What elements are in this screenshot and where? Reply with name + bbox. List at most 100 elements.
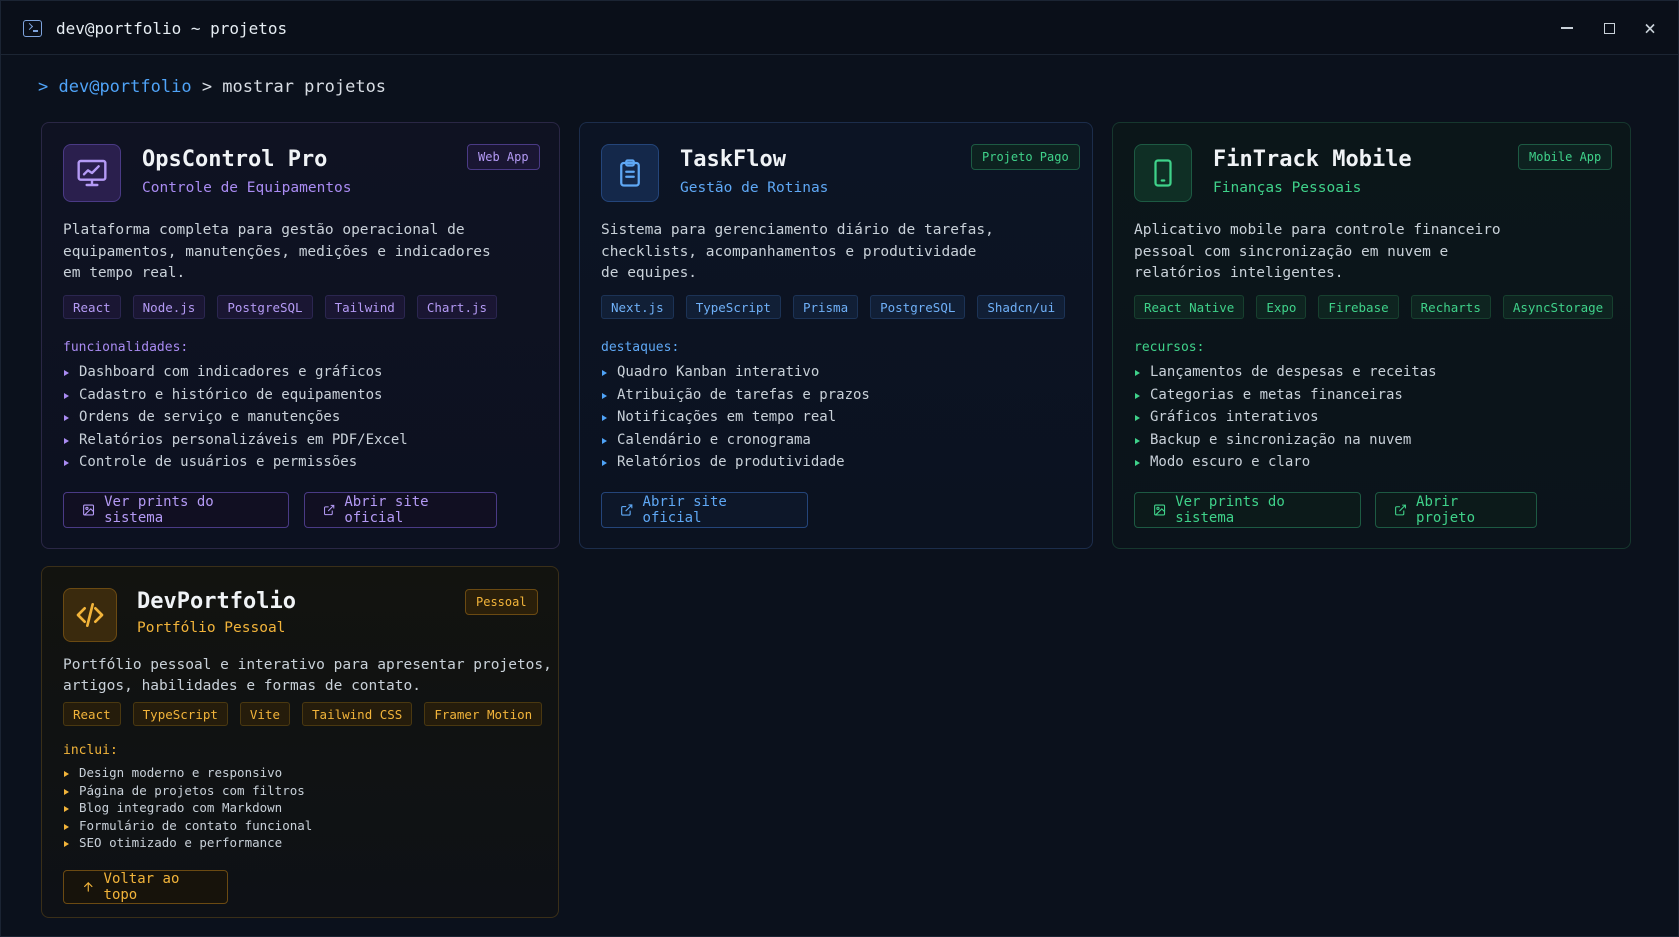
card-subtitle: Portfólio Pessoal <box>137 620 286 636</box>
section-label: inclui: <box>63 743 118 758</box>
window-title: dev@portfolio ~ projetos <box>56 19 288 38</box>
view-screenshots-button[interactable]: Ver prints do sistema <box>1134 492 1361 528</box>
monitor-chart-icon <box>63 144 121 202</box>
card-description: Plataforma completa para gestão operacio… <box>63 220 543 285</box>
tech-tag: Vite <box>239 702 291 726</box>
description-line: Sistema para gerenciamento diário de tar… <box>601 222 994 238</box>
back-to-top-button[interactable]: Voltar ao topo <box>63 870 228 904</box>
project-card-devportfolio: DevPortfolio Portfólio Pessoal Pessoal P… <box>41 566 559 918</box>
button-label: Abrir site oficial <box>642 494 727 526</box>
card-description: Portfólio pessoal e interativo para apre… <box>63 655 553 696</box>
description-line: Aplicativo mobile para controle financei… <box>1134 222 1501 238</box>
tech-tags: Next.js TypeScript Prisma PostgreSQL Sha… <box>601 295 1066 319</box>
description-line: checklists, acompanhamentos e produtivid… <box>601 243 977 260</box>
tech-tag: Prisma <box>792 295 859 319</box>
clipboard-icon <box>601 144 659 202</box>
list-item: Backup e sincronização na nuvem <box>1134 429 1437 452</box>
card-subtitle: Finanças Pessoais <box>1213 180 1362 196</box>
card-subtitle: Controle de Equipamentos <box>142 180 352 196</box>
card-title: OpsControl Pro <box>142 147 328 172</box>
list-item: Quadro Kanban interativo <box>601 361 870 384</box>
external-link-icon <box>621 504 633 516</box>
feature-list: Quadro Kanban interativo Atribuição de t… <box>601 361 870 474</box>
description-line: Plataforma completa para gestão operacio… <box>63 222 465 238</box>
code-icon <box>63 588 117 642</box>
tech-tag: AsyncStorage <box>1502 295 1614 319</box>
description-line: relatórios inteligentes. <box>1134 265 1344 281</box>
section-label: funcionalidades: <box>63 340 189 355</box>
view-screenshots-button[interactable]: Ver prints do sistema <box>63 492 289 528</box>
image-icon <box>83 504 95 516</box>
card-description: Sistema para gerenciamento diário de tar… <box>601 220 1081 285</box>
tech-tags: React Native Expo Firebase Recharts Asyn… <box>1134 295 1614 319</box>
description-line: de equipes. <box>601 265 698 281</box>
tech-tag: Chart.js <box>416 295 498 319</box>
list-item: Notificações em tempo real <box>601 406 870 429</box>
list-item: Ordens de serviço e manutenções <box>63 406 408 429</box>
section-label: recursos: <box>1134 340 1205 355</box>
minimize-button[interactable] <box>1556 17 1578 39</box>
close-icon: × <box>1643 16 1657 40</box>
tech-tag: PostgreSQL <box>870 295 966 319</box>
description-line: pessoal com sincronização em nuvem e <box>1134 243 1449 260</box>
card-description: Aplicativo mobile para controle financei… <box>1134 220 1614 285</box>
tech-tag: React <box>63 295 121 319</box>
button-label: Ver prints do sistema <box>1175 494 1285 526</box>
list-item: Relatórios personalizáveis em PDF/Excel <box>63 429 408 452</box>
section-label: destaques: <box>601 340 680 355</box>
project-card-opscontrol: OpsControl Pro Controle de Equipamentos … <box>41 122 560 549</box>
feature-list: Design moderno e responsivo Página de pr… <box>63 764 312 852</box>
tech-tag: Expo <box>1256 295 1307 319</box>
terminal-window: dev@portfolio ~ projetos × > dev@portfol… <box>0 0 1679 937</box>
list-item: Relatórios de produtividade <box>601 451 870 474</box>
list-item: Design moderno e responsivo <box>63 764 312 782</box>
button-label: Abrir site oficial <box>344 494 429 526</box>
tech-tag: React Native <box>1134 295 1245 319</box>
list-item: Blog integrado com Markdown <box>63 799 312 817</box>
description-line: artigos, habilidades e formas de contato… <box>63 677 421 694</box>
button-label: Voltar ao topo <box>103 871 180 903</box>
tech-tag: PostgreSQL <box>217 295 313 319</box>
category-badge: Pessoal <box>465 589 538 615</box>
open-official-site-button[interactable]: Abrir site oficial <box>601 492 808 528</box>
smartphone-icon <box>1134 144 1192 202</box>
list-item: Dashboard com indicadores e gráficos <box>63 361 408 384</box>
maximize-button[interactable] <box>1598 17 1620 39</box>
tech-tag: Tailwind CSS <box>302 702 413 726</box>
tech-tag: TypeScript <box>685 295 781 319</box>
category-badge: Web App <box>467 144 540 170</box>
tech-tag: Shadcn/ui <box>977 295 1066 319</box>
list-item: SEO otimizado e performance <box>63 834 312 852</box>
external-link-icon <box>1395 504 1406 516</box>
list-item: Controle de usuários e permissões <box>63 451 408 474</box>
tech-tag: Tailwind <box>324 295 405 319</box>
open-official-site-button[interactable]: Abrir site oficial <box>304 492 497 528</box>
list-item: Lançamentos de despesas e receitas <box>1134 361 1437 384</box>
tech-tag: Recharts <box>1410 295 1491 319</box>
close-button[interactable]: × <box>1639 17 1661 39</box>
terminal-icon <box>23 20 42 37</box>
list-item: Página de projetos com filtros <box>63 782 312 800</box>
list-item: Categorias e metas financeiras <box>1134 384 1437 407</box>
tech-tags: React TypeScript Vite Tailwind CSS Frame… <box>63 702 543 726</box>
card-title: DevPortfolio <box>137 589 296 614</box>
project-card-fintrack: FinTrack Mobile Finanças Pessoais Mobile… <box>1112 122 1631 549</box>
minimize-icon <box>1561 27 1573 29</box>
tech-tag: Firebase <box>1318 295 1399 319</box>
open-project-button[interactable]: Abrir projeto <box>1375 492 1537 528</box>
prompt-command: > mostrar projetos <box>201 77 387 97</box>
arrow-up-icon <box>84 882 93 892</box>
button-label: Abrir projeto <box>1416 494 1476 526</box>
title-bar: dev@portfolio ~ projetos × <box>1 1 1678 55</box>
description-line: equipamentos, manutenções, medições e in… <box>63 243 491 260</box>
list-item: Cadastro e histórico de equipamentos <box>63 384 408 407</box>
category-badge: Mobile App <box>1518 144 1613 170</box>
tech-tag: Next.js <box>601 295 674 319</box>
tech-tag: React <box>63 702 121 726</box>
card-title: FinTrack Mobile <box>1213 147 1412 172</box>
tech-tags: React Node.js PostgreSQL Tailwind Chart.… <box>63 295 498 319</box>
description-line: Portfólio pessoal e interativo para apre… <box>63 657 552 673</box>
list-item: Formulário de contato funcional <box>63 817 312 835</box>
category-badge: Projeto Pago <box>971 144 1080 170</box>
prompt-chevron: > <box>38 77 49 97</box>
